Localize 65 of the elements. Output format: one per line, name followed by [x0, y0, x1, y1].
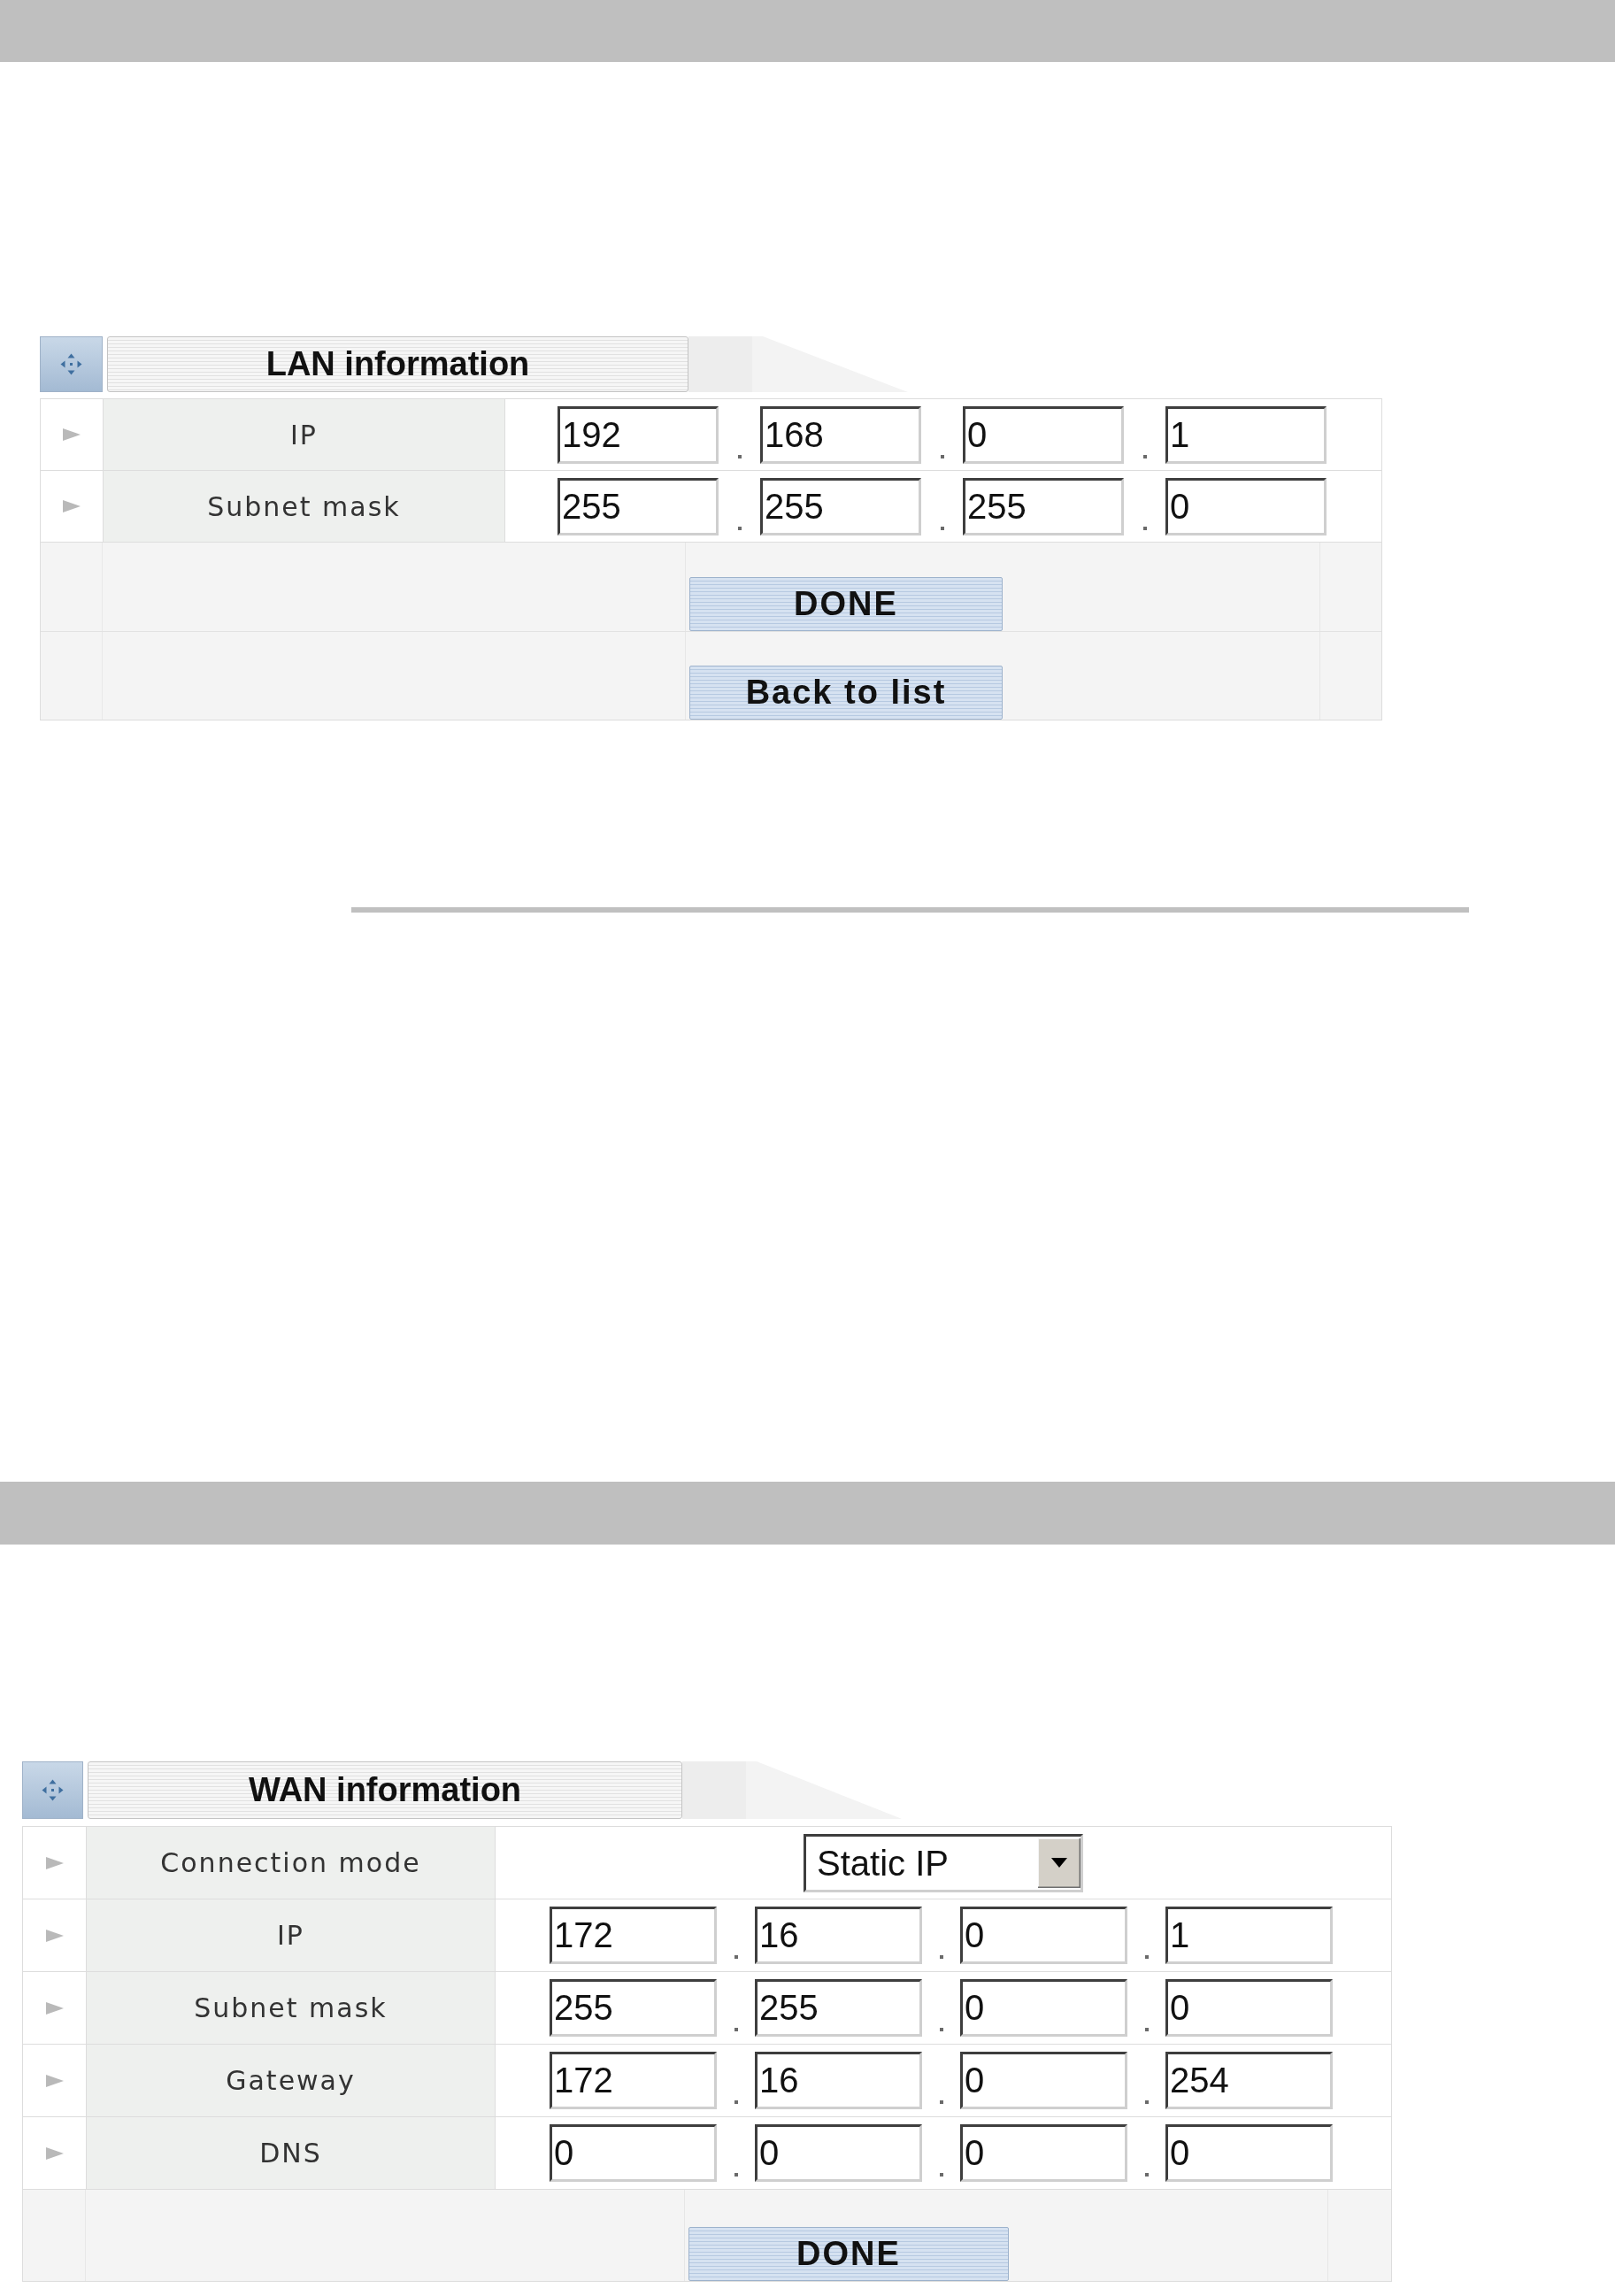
dot-separator-icon: [939, 2173, 943, 2177]
dot-separator-icon: [734, 1955, 738, 1959]
octet-field[interactable]: 0: [960, 1979, 1127, 2037]
bullet-arrow-icon: [45, 2146, 64, 2160]
connection-mode-select[interactable]: Static IP: [804, 1833, 1083, 1892]
form-button[interactable]: Back to list: [689, 666, 1003, 720]
dot-separator-icon: [1144, 2100, 1149, 2104]
octet-field[interactable]: 255: [558, 477, 719, 535]
bullet-arrow-icon: [45, 2074, 64, 2087]
octet-field[interactable]: 1: [1165, 405, 1327, 464]
octet-field[interactable]: 255: [963, 477, 1124, 535]
octet-field[interactable]: 255: [550, 1979, 717, 2037]
dot-separator-icon: [1142, 526, 1147, 530]
dropdown-caret-icon[interactable]: [1038, 1838, 1081, 1888]
octet-field[interactable]: 0: [1165, 1979, 1333, 2037]
field-label: IP: [103, 399, 505, 470]
field-label: Connection mode: [86, 1827, 496, 1899]
octet-field[interactable]: 16: [755, 1907, 922, 1964]
dot-separator-icon: [734, 2173, 738, 2177]
field-label: Gateway: [86, 2045, 496, 2116]
form-button[interactable]: DONE: [688, 2227, 1009, 2281]
move-icon[interactable]: [40, 336, 103, 392]
dot-separator-icon: [737, 526, 742, 530]
dot-separator-icon: [939, 1955, 943, 1959]
dot-separator-icon: [939, 2100, 943, 2104]
panel-title: WAN information: [88, 1761, 682, 1819]
bullet-arrow-icon: [45, 1929, 64, 1942]
field-label: Subnet mask: [103, 471, 505, 542]
panel-title: LAN information: [107, 336, 688, 392]
octet-field[interactable]: 0: [963, 405, 1124, 464]
field-label: Subnet mask: [86, 1972, 496, 2044]
octet-field[interactable]: 255: [755, 1979, 922, 2037]
dot-separator-icon: [1144, 1955, 1149, 1959]
octet-field[interactable]: 1: [1165, 1907, 1333, 1964]
dot-separator-icon: [734, 2100, 738, 2104]
octet-field[interactable]: 0: [960, 2052, 1127, 2109]
field-label: DNS: [86, 2117, 496, 2189]
dot-separator-icon: [940, 526, 944, 530]
dot-separator-icon: [940, 454, 944, 458]
bullet-arrow-icon: [45, 1856, 64, 1869]
octet-field[interactable]: 0: [1165, 2124, 1333, 2182]
octet-field[interactable]: 172: [550, 2052, 717, 2109]
dot-separator-icon: [1144, 2173, 1149, 2177]
dot-separator-icon: [734, 2028, 738, 2031]
bullet-arrow-icon: [63, 428, 81, 441]
form-button[interactable]: DONE: [689, 577, 1003, 631]
octet-field[interactable]: 0: [960, 1907, 1127, 1964]
field-label: IP: [86, 1899, 496, 1971]
octet-field[interactable]: 254: [1165, 2052, 1333, 2109]
bullet-arrow-icon: [45, 2001, 64, 2015]
bullet-arrow-icon: [63, 500, 81, 512]
octet-field[interactable]: 0: [960, 2124, 1127, 2182]
move-icon[interactable]: [22, 1761, 83, 1819]
octet-field[interactable]: 0: [550, 2124, 717, 2182]
octet-field[interactable]: 255: [760, 477, 921, 535]
dot-separator-icon: [939, 2028, 943, 2031]
dot-separator-icon: [737, 454, 742, 458]
octet-field[interactable]: 168: [760, 405, 921, 464]
octet-field[interactable]: 0: [1165, 477, 1327, 535]
dot-separator-icon: [1144, 2028, 1149, 2031]
octet-field[interactable]: 0: [755, 2124, 922, 2182]
octet-field[interactable]: 172: [550, 1907, 717, 1964]
octet-field[interactable]: 16: [755, 2052, 922, 2109]
dot-separator-icon: [1142, 454, 1147, 458]
octet-field[interactable]: 192: [558, 405, 719, 464]
